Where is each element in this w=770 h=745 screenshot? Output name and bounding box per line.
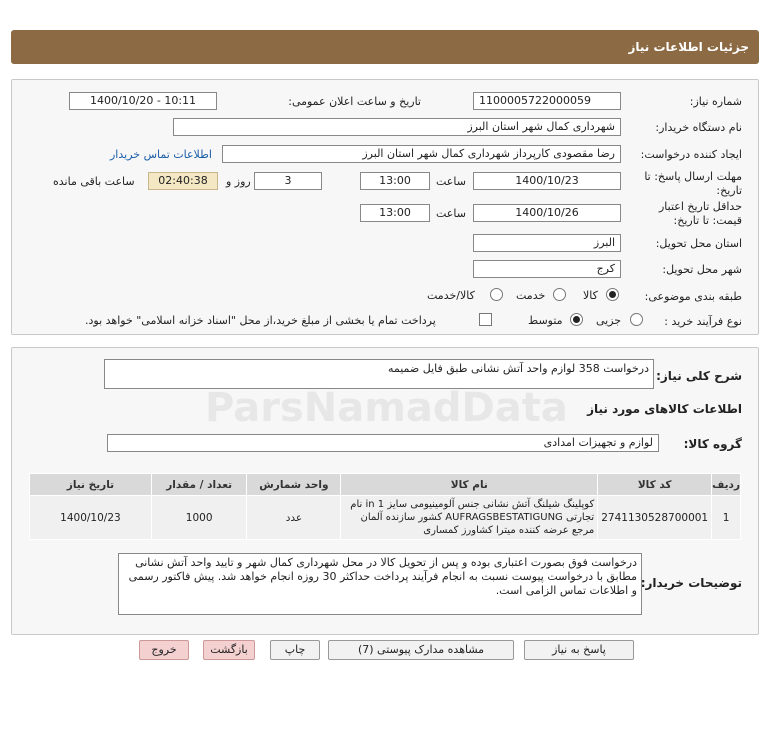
requester-field: رضا مقصودی کارپرداز شهرداری کمال شهر است… xyxy=(222,145,621,163)
province-label: استان محل تحویل: xyxy=(655,237,742,250)
category-service-label: خدمت xyxy=(516,289,546,302)
goods-group-label: گروه کالا: xyxy=(683,437,742,451)
days-label: روز و xyxy=(226,175,251,188)
buyer-desc-field: درخواست فوق بصورت اعتباری بوده و پس از ت… xyxy=(118,553,642,615)
remaining-time-field: 02:40:38 xyxy=(148,172,218,190)
process-label: نوع فرآیند خرید : xyxy=(664,315,742,328)
cell-code: 2741130528700001 xyxy=(597,495,713,540)
treasury-payment-checkbox[interactable] xyxy=(479,313,492,326)
print-button[interactable]: چاپ xyxy=(270,640,320,660)
process-minor-radio[interactable] xyxy=(630,313,643,326)
validity-label: حداقل تاریخ اعتبار قیمت: تا تاریخ: xyxy=(658,200,742,227)
buyer-desc-label: توضیحات خریدار: xyxy=(640,576,742,590)
cell-name: کوپلینگ شیلنگ آتش نشانی جنس آلومینیومی س… xyxy=(340,495,599,540)
deadline-time-label: ساعت xyxy=(436,175,466,188)
process-medium-radio[interactable] xyxy=(570,313,583,326)
need-number-field: 1100005722000059 xyxy=(473,92,621,110)
requester-label: ایجاد کننده درخواست: xyxy=(640,148,742,161)
back-button[interactable]: بازگشت xyxy=(203,640,255,660)
announce-label: تاریخ و ساعت اعلان عمومی: xyxy=(288,95,421,108)
col-qty-header: تعداد / مقدار xyxy=(150,473,248,496)
category-goods-service-radio[interactable] xyxy=(490,288,503,301)
goods-group-field: لوازم و تجهیزات امدادی xyxy=(107,434,659,452)
page-header: جزئیات اطلاعات نیاز xyxy=(11,30,759,64)
table-row: 1 2741130528700001 کوپلینگ شیلنگ آتش نشا… xyxy=(29,495,741,540)
process-medium-label: متوسط xyxy=(528,314,563,327)
exit-button[interactable]: خروج xyxy=(139,640,189,660)
cell-date: 1400/10/23 xyxy=(29,495,152,540)
cell-row: 1 xyxy=(711,495,741,540)
validity-date-field: 1400/10/26 xyxy=(473,204,621,222)
validity-time-label: ساعت xyxy=(436,207,466,220)
category-goods-service-label: کالا/خدمت xyxy=(427,289,475,302)
buyer-org-label: نام دستگاه خریدار: xyxy=(655,121,742,134)
remaining-label: ساعت باقی مانده xyxy=(53,175,135,188)
announce-datetime-field: 1400/10/20 - 10:11 xyxy=(69,92,217,110)
col-name-header: نام کالا xyxy=(340,473,599,496)
summary-label: شرح کلی نیاز: xyxy=(656,369,742,383)
reply-button[interactable]: پاسخ به نیاز xyxy=(524,640,634,660)
category-service-radio[interactable] xyxy=(553,288,566,301)
col-row-header: ردیف xyxy=(711,473,741,496)
category-goods-label: کالا xyxy=(583,289,598,302)
validity-time-field: 13:00 xyxy=(360,204,430,222)
goods-info-title: اطلاعات کالاهای مورد نیاز xyxy=(587,402,742,416)
treasury-payment-note: پرداخت تمام یا بخشی از مبلغ خرید،از محل … xyxy=(85,314,436,327)
summary-field: درخواست 358 لوازم واحد آتش نشانی طبق فای… xyxy=(104,359,654,389)
need-number-label: شماره نیاز: xyxy=(689,95,742,108)
col-date-header: تاریخ نیاز xyxy=(29,473,152,496)
city-field: کرج xyxy=(473,260,621,278)
deadline-date-field: 1400/10/23 xyxy=(473,172,621,190)
category-label: طبقه بندی موضوعی: xyxy=(644,290,742,303)
province-field: البرز xyxy=(473,234,621,252)
city-label: شهر محل تحویل: xyxy=(662,263,742,276)
col-code-header: کد کالا xyxy=(597,473,713,496)
attachments-button[interactable]: مشاهده مدارک پیوستی (7) xyxy=(328,640,514,660)
deadline-label: مهلت ارسال پاسخ: تا تاریخ: xyxy=(644,170,742,197)
col-unit-header: واحد شمارش xyxy=(246,473,342,496)
category-goods-radio[interactable] xyxy=(606,288,619,301)
buyer-contact-link[interactable]: اطلاعات تماس خریدار xyxy=(110,148,212,161)
cell-qty: 1000 xyxy=(150,495,248,540)
table-header-row: ردیف کد کالا نام کالا واحد شمارش تعداد /… xyxy=(29,473,741,496)
buyer-org-field: شهرداری کمال شهر استان البرز xyxy=(173,118,621,136)
deadline-time-field: 13:00 xyxy=(360,172,430,190)
days-field: 3 xyxy=(254,172,322,190)
cell-unit: عدد xyxy=(246,495,342,540)
process-minor-label: جزیی xyxy=(596,314,622,327)
page-title: جزئیات اطلاعات نیاز xyxy=(628,40,749,54)
goods-table: ردیف کد کالا نام کالا واحد شمارش تعداد /… xyxy=(29,473,741,540)
